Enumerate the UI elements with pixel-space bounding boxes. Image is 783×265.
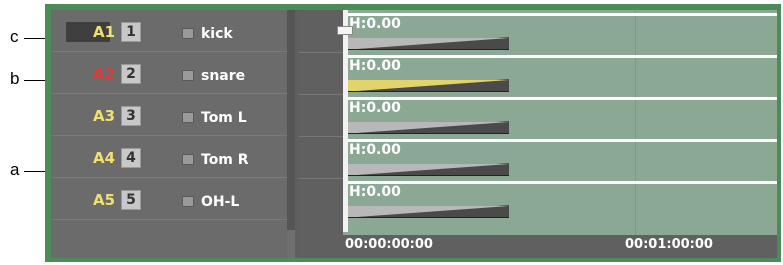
monitor-toggle[interactable]: [182, 154, 194, 165]
clip-row-a3[interactable]: H:0.00: [343, 94, 777, 136]
timecode-start: 00:00:00:00: [345, 237, 433, 252]
track-id[interactable]: A2: [93, 65, 115, 83]
clip-label: H:0.00: [349, 58, 401, 74]
volume-wedge[interactable]: [343, 121, 509, 134]
clip-row-a2[interactable]: H:0.00: [343, 52, 777, 94]
row-separator: [299, 136, 343, 137]
track-id[interactable]: A3: [93, 107, 115, 125]
timeline-panel-inner: A1 1 kick A2 2 snare A3 3 Tom L A4 4 Tom…: [51, 10, 777, 258]
monitor-toggle[interactable]: [182, 28, 194, 39]
row-separator: [299, 178, 343, 179]
callout-b: b: [10, 69, 20, 88]
clip-top-line: [343, 55, 777, 58]
track-name: kick: [201, 26, 233, 42]
monitor-toggle[interactable]: [182, 70, 194, 81]
track-row-a5[interactable]: A5 5 OH-L: [51, 178, 287, 220]
clip-top-line: [343, 13, 777, 16]
callout-c: c: [10, 27, 19, 46]
clip-label: H:0.00: [349, 184, 401, 200]
playhead-handle[interactable]: [337, 26, 353, 35]
track-row-a3[interactable]: A3 3 Tom L: [51, 94, 287, 136]
playhead[interactable]: [343, 10, 348, 232]
clip-top-line: [343, 139, 777, 142]
callout-a: a: [10, 160, 20, 179]
clip-label: H:0.00: [349, 100, 401, 116]
track-id[interactable]: A1: [93, 23, 115, 41]
track-number-button[interactable]: 1: [121, 22, 141, 42]
track-row-a2[interactable]: A2 2 snare: [51, 52, 287, 94]
track-number-button[interactable]: 4: [121, 148, 141, 168]
track-number-button[interactable]: 3: [121, 106, 141, 126]
clip-row-a1[interactable]: H:0.00: [343, 10, 777, 52]
track-name: snare: [201, 68, 246, 84]
clip-top-line: [343, 97, 777, 100]
row-separator: [299, 52, 343, 53]
volume-wedge[interactable]: [343, 79, 509, 92]
track-row-a1[interactable]: A1 1 kick: [51, 10, 287, 52]
track-number-button[interactable]: 5: [121, 190, 141, 210]
timeline-panel: A1 1 kick A2 2 snare A3 3 Tom L A4 4 Tom…: [45, 4, 781, 262]
track-name: Tom R: [201, 152, 249, 168]
track-id[interactable]: A5: [93, 191, 115, 209]
timecode-mark: 00:01:00:00: [625, 237, 713, 252]
volume-wedge[interactable]: [343, 205, 509, 218]
track-name: OH-L: [201, 194, 240, 210]
clip-row-a5[interactable]: H:0.00: [343, 178, 777, 220]
clip-label: H:0.00: [349, 16, 401, 32]
track-row-a4[interactable]: A4 4 Tom R: [51, 136, 287, 178]
track-panel-resize-handle[interactable]: [287, 10, 295, 230]
track-number-button[interactable]: 2: [121, 64, 141, 84]
clip-row-a4[interactable]: H:0.00: [343, 136, 777, 178]
track-name: Tom L: [201, 110, 247, 126]
volume-wedge[interactable]: [343, 163, 509, 176]
timeline-area[interactable]: H:0.00 H:0.00 H:0.00 H:0.00 H:0.00 00:00…: [299, 10, 777, 258]
row-separator: [299, 94, 343, 95]
volume-wedge[interactable]: [343, 37, 509, 50]
monitor-toggle[interactable]: [182, 112, 194, 123]
monitor-toggle[interactable]: [182, 196, 194, 207]
clip-area[interactable]: H:0.00 H:0.00 H:0.00 H:0.00 H:0.00: [343, 10, 777, 235]
clip-label: H:0.00: [349, 142, 401, 158]
track-id[interactable]: A4: [93, 149, 115, 167]
track-header-panel: A1 1 kick A2 2 snare A3 3 Tom L A4 4 Tom…: [51, 10, 287, 258]
clip-top-line: [343, 181, 777, 184]
